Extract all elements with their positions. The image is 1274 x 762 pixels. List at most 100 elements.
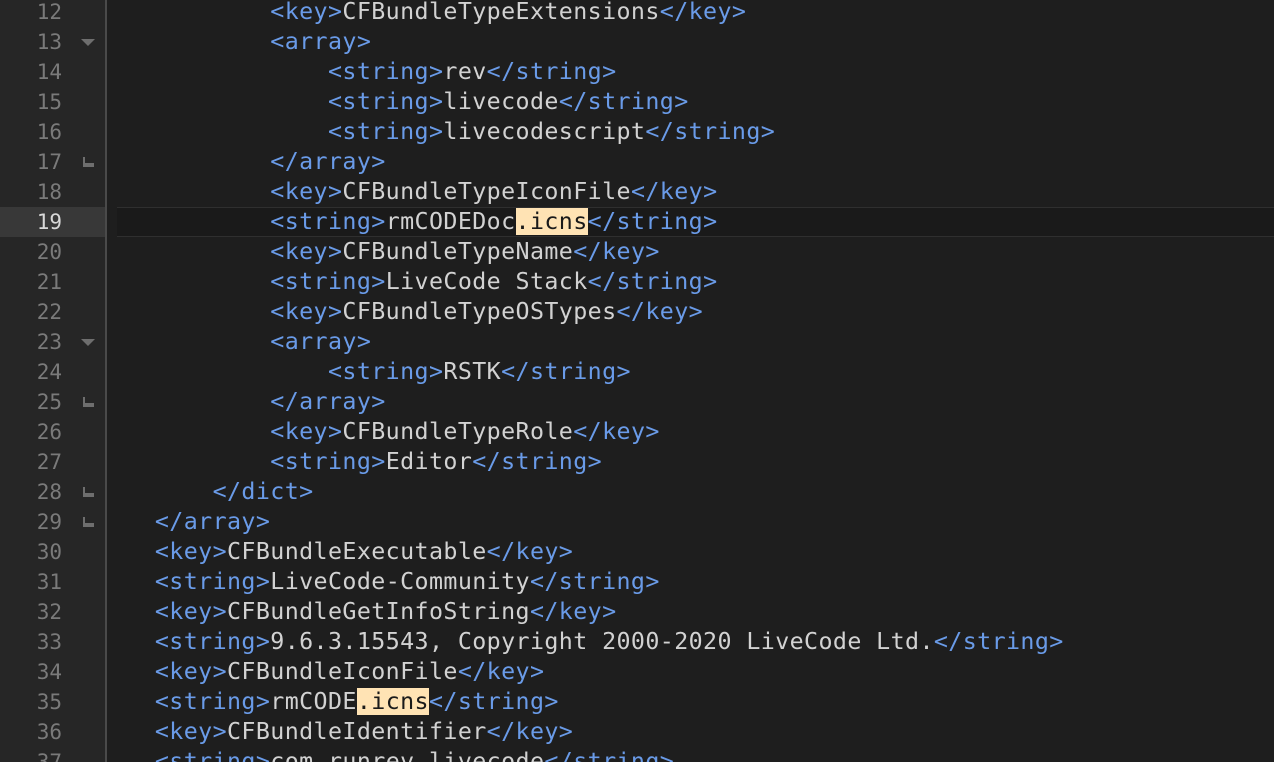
code-line[interactable]: 27 <string>Editor</string> [0, 447, 1274, 477]
code-line[interactable]: 13 <array> [0, 27, 1274, 57]
code-text[interactable]: </array> [126, 387, 386, 417]
code-line[interactable]: 17 </array> [0, 147, 1274, 177]
xml-text: livecodescript [443, 118, 646, 145]
code-text[interactable]: <array> [126, 27, 371, 57]
code-line[interactable]: 24 <string>RSTK</string> [0, 357, 1274, 387]
line-number: 27 [36, 450, 62, 474]
code-text[interactable]: <key>CFBundleTypeRole</key> [126, 417, 660, 447]
xml-text: CFBundleTypeOSTypes [342, 298, 617, 325]
xml-open-tag: <key> [270, 0, 343, 25]
code-text[interactable]: <string>Editor</string> [126, 447, 602, 477]
code-text[interactable]: <string>LiveCode-Community</string> [126, 567, 660, 597]
code-line[interactable]: 31 <string>LiveCode-Community</string> [0, 567, 1274, 597]
xml-text: livecode [443, 88, 559, 115]
code-line[interactable]: 35 <string>rmCODE.icns</string> [0, 687, 1274, 717]
code-line[interactable]: 14 <string>rev</string> [0, 57, 1274, 87]
line-number: 12 [36, 0, 62, 24]
code-text[interactable]: <key>CFBundleTypeOSTypes</key> [126, 297, 703, 327]
code-line[interactable]: 37 <string>com.runrev.livecode</string> [0, 747, 1274, 762]
code-line[interactable]: 26 <key>CFBundleTypeRole</key> [0, 417, 1274, 447]
code-text[interactable]: <key>CFBundleTypeIconFile</key> [126, 177, 718, 207]
code-text[interactable]: </dict> [126, 477, 314, 507]
line-number: 36 [36, 720, 62, 744]
xml-close-tag: </key> [529, 598, 617, 625]
xml-text: com.runrev.livecode [270, 748, 545, 762]
code-text[interactable]: <string>rmCODEDoc.icns</string> [126, 207, 718, 237]
code-line[interactable]: 29 </array> [0, 507, 1274, 537]
code-text[interactable]: <string>livecode</string> [126, 87, 689, 117]
line-number: 37 [36, 750, 62, 762]
code-line[interactable]: 30 <key>CFBundleExecutable</key> [0, 537, 1274, 567]
xml-open-tag: <string> [270, 268, 386, 295]
line-number: 15 [36, 90, 62, 114]
code-text[interactable]: <string>livecodescript</string> [126, 117, 775, 147]
line-number: 19 [36, 210, 62, 234]
code-text[interactable]: <key>CFBundleIconFile</key> [126, 657, 544, 687]
code-text[interactable]: </array> [126, 147, 386, 177]
line-number: 21 [36, 270, 62, 294]
code-line[interactable]: 23 <array> [0, 327, 1274, 357]
code-text[interactable]: </array> [126, 507, 270, 537]
xml-open-tag: <array> [270, 328, 372, 355]
code-line[interactable]: 15 <string>livecode</string> [0, 87, 1274, 117]
code-line[interactable]: 19 <string>rmCODEDoc.icns</string> [0, 207, 1274, 237]
xml-text: CFBundleGetInfoString [227, 598, 530, 625]
code-line[interactable]: 21 <string>LiveCode Stack</string> [0, 267, 1274, 297]
xml-text: 9.6.3.15543, Copyright 2000-2020 LiveCod… [270, 628, 934, 655]
xml-open-tag: <string> [327, 58, 444, 85]
code-line[interactable]: 36 <key>CFBundleIdentifier</key> [0, 717, 1274, 747]
code-text[interactable]: <string>RSTK</string> [126, 357, 631, 387]
line-number: 32 [36, 600, 62, 624]
code-line[interactable]: 18 <key>CFBundleTypeIconFile</key> [0, 177, 1274, 207]
code-line[interactable]: 22 <key>CFBundleTypeOSTypes</key> [0, 297, 1274, 327]
code-line[interactable]: 32 <key>CFBundleGetInfoString</key> [0, 597, 1274, 627]
code-text[interactable]: <string>9.6.3.15543, Copyright 2000-2020… [126, 627, 1064, 657]
xml-text: CFBundleIconFile [227, 658, 458, 685]
code-line[interactable]: 25 </array> [0, 387, 1274, 417]
xml-open-tag: <array> [270, 28, 372, 55]
line-number: 30 [36, 540, 62, 564]
code-text[interactable]: <array> [126, 327, 371, 357]
code-text[interactable]: <key>CFBundleIdentifier</key> [126, 717, 573, 747]
xml-text: Editor [385, 448, 473, 475]
fold-collapse-icon[interactable] [80, 27, 96, 57]
code-text[interactable]: <string>com.runrev.livecode</string> [126, 747, 674, 762]
code-lines[interactable]: 12 <key>CFBundleTypeExtensions</key> 13 <… [0, 0, 1274, 762]
xml-text: CFBundleTypeIconFile [342, 178, 631, 205]
xml-close-tag: </key> [616, 298, 704, 325]
code-text[interactable]: <key>CFBundleExecutable</key> [126, 537, 573, 567]
fold-collapse-icon[interactable] [80, 327, 96, 357]
code-text[interactable]: <string>rmCODE.icns</string> [126, 687, 559, 717]
xml-open-tag: <key> [270, 418, 343, 445]
code-line[interactable]: 33 <string>9.6.3.15543, Copyright 2000-2… [0, 627, 1274, 657]
code-editor[interactable]: 12 <key>CFBundleTypeExtensions</key> 13 <… [0, 0, 1274, 762]
code-text[interactable]: <key>CFBundleGetInfoString</key> [126, 597, 617, 627]
code-line[interactable]: 12 <key>CFBundleTypeExtensions</key> [0, 0, 1274, 27]
code-text[interactable]: <string>LiveCode Stack</string> [126, 267, 718, 297]
xml-close-tag: </string> [933, 628, 1064, 655]
xml-close-tag: </key> [573, 418, 660, 445]
xml-close-tag: </key> [457, 658, 545, 685]
code-line[interactable]: 16 <string>livecodescript</string> [0, 117, 1274, 147]
line-number: 33 [36, 630, 62, 654]
code-line[interactable]: 20 <key>CFBundleTypeName</key> [0, 237, 1274, 267]
fold-end-icon [80, 477, 96, 507]
xml-text: CFBundleTypeRole [342, 418, 574, 445]
line-number: 26 [36, 420, 62, 444]
code-line[interactable]: 28 </dict> [0, 477, 1274, 507]
code-line[interactable]: 34 <key>CFBundleIconFile</key> [0, 657, 1274, 687]
code-text[interactable]: <string>rev</string> [126, 57, 617, 87]
xml-open-tag: <string> [327, 118, 444, 145]
code-text[interactable]: <key>CFBundleTypeName</key> [126, 237, 660, 267]
code-text[interactable]: <key>CFBundleTypeExtensions</key> [126, 0, 746, 27]
